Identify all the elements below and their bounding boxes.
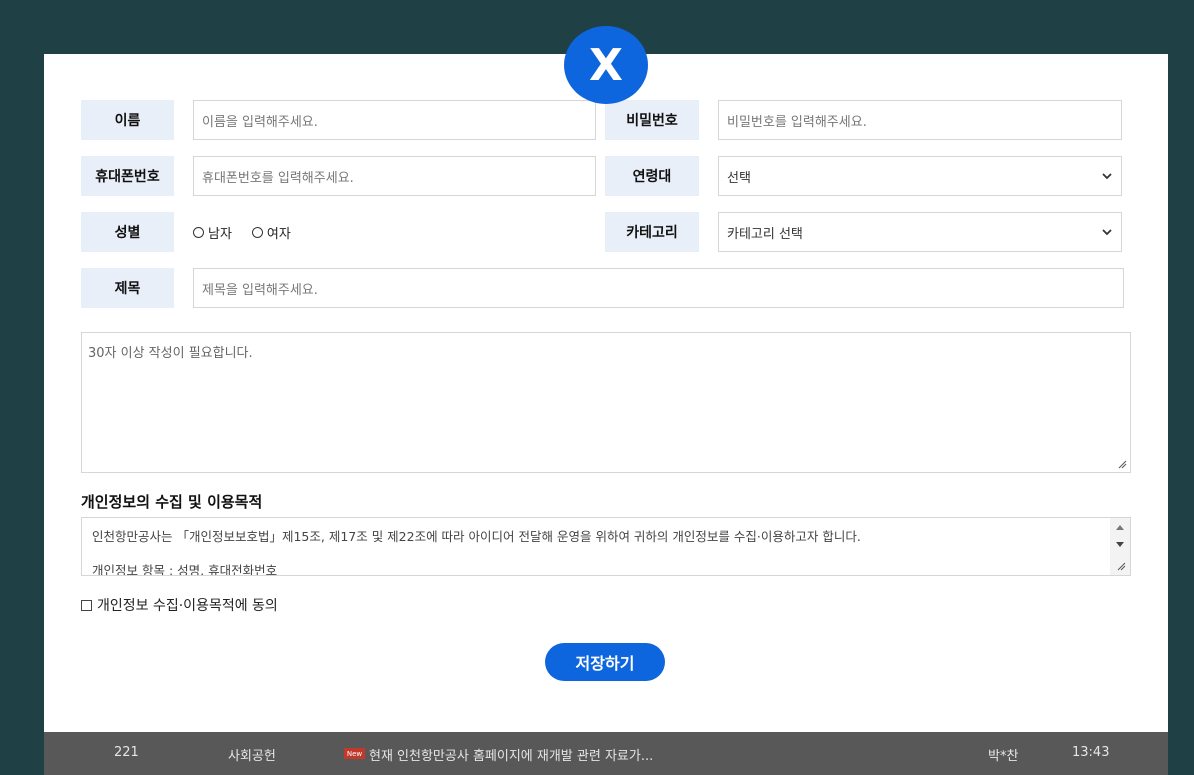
gender-radio-group: 남자 여자: [193, 212, 311, 252]
row-title[interactable]: 현재 인천항만공사 홈페이지에 재개발 관련 자료가...: [369, 745, 653, 764]
post-form-modal: 이름 이름을 입력해주세요. 비밀번호 비밀번호를 입력해주세요. 휴대폰번호 …: [44, 54, 1168, 732]
age-select[interactable]: 선택: [718, 156, 1122, 196]
title-label: 제목: [81, 268, 174, 308]
save-button[interactable]: 저장하기: [545, 643, 665, 681]
privacy-agree-checkbox[interactable]: 개인정보 수집·이용목적에 동의: [81, 595, 278, 615]
scroll-up-icon[interactable]: [1116, 525, 1124, 530]
phone-input[interactable]: 휴대폰번호를 입력해주세요.: [193, 156, 596, 196]
title-input[interactable]: 제목을 입력해주세요.: [193, 268, 1124, 308]
background-board-row[interactable]: 221 사회공헌 New 현재 인천항만공사 홈페이지에 재개발 관련 자료가.…: [44, 732, 1168, 775]
radio-circle-icon: [251, 226, 263, 238]
privacy-scrollbar[interactable]: [1110, 518, 1130, 575]
row-number: 221: [114, 745, 139, 760]
content-textarea[interactable]: 30자 이상 작성이 필요합니다.: [81, 332, 1131, 473]
category-select[interactable]: 카테고리 선택: [718, 212, 1122, 252]
name-label: 이름: [81, 100, 174, 140]
chevron-down-icon: [1102, 229, 1112, 236]
privacy-agree-label: 개인정보 수집·이용목적에 동의: [97, 598, 278, 614]
phone-label: 휴대폰번호: [81, 156, 174, 196]
scroll-down-icon[interactable]: [1116, 542, 1124, 547]
name-input[interactable]: 이름을 입력해주세요.: [193, 100, 596, 140]
gender-option-female[interactable]: 여자: [251, 223, 291, 242]
gender-option-male[interactable]: 남자: [193, 223, 232, 242]
gender-option-male-label: 남자: [208, 226, 232, 242]
password-label: 비밀번호: [605, 100, 699, 140]
age-label: 연령대: [605, 156, 699, 196]
privacy-line-1: 인천항만공사는 「개인정보보호법」제15조, 제17조 및 제22조에 따라 아…: [92, 529, 861, 544]
resize-handle-icon[interactable]: [1117, 562, 1126, 571]
privacy-section-title: 개인정보의 수집 및 이용목적: [81, 493, 263, 511]
category-label: 카테고리: [605, 212, 699, 252]
radio-circle-icon: [193, 226, 204, 238]
gender-option-female-label: 여자: [266, 226, 291, 242]
row-time: 13:43: [1072, 745, 1110, 760]
content-placeholder: 30자 이상 작성이 필요합니다.: [88, 346, 253, 361]
password-input[interactable]: 비밀번호를 입력해주세요.: [718, 100, 1122, 140]
new-badge: New: [344, 748, 365, 759]
age-select-value: 선택: [727, 170, 751, 186]
chevron-down-icon: [1102, 173, 1112, 180]
checkbox-icon: [81, 599, 92, 611]
gender-label: 성별: [81, 212, 174, 252]
privacy-line-2: 개인정보 항목 : 성명, 휴대전화번호: [92, 563, 278, 576]
privacy-text-box[interactable]: 인천항만공사는 「개인정보보호법」제15조, 제17조 및 제22조에 따라 아…: [81, 517, 1131, 576]
close-button[interactable]: X: [564, 26, 648, 104]
resize-handle-icon[interactable]: [1118, 460, 1127, 469]
row-category: 사회공헌: [228, 749, 276, 764]
row-author: 박*찬: [988, 749, 1019, 764]
category-select-value: 카테고리 선택: [727, 226, 803, 242]
